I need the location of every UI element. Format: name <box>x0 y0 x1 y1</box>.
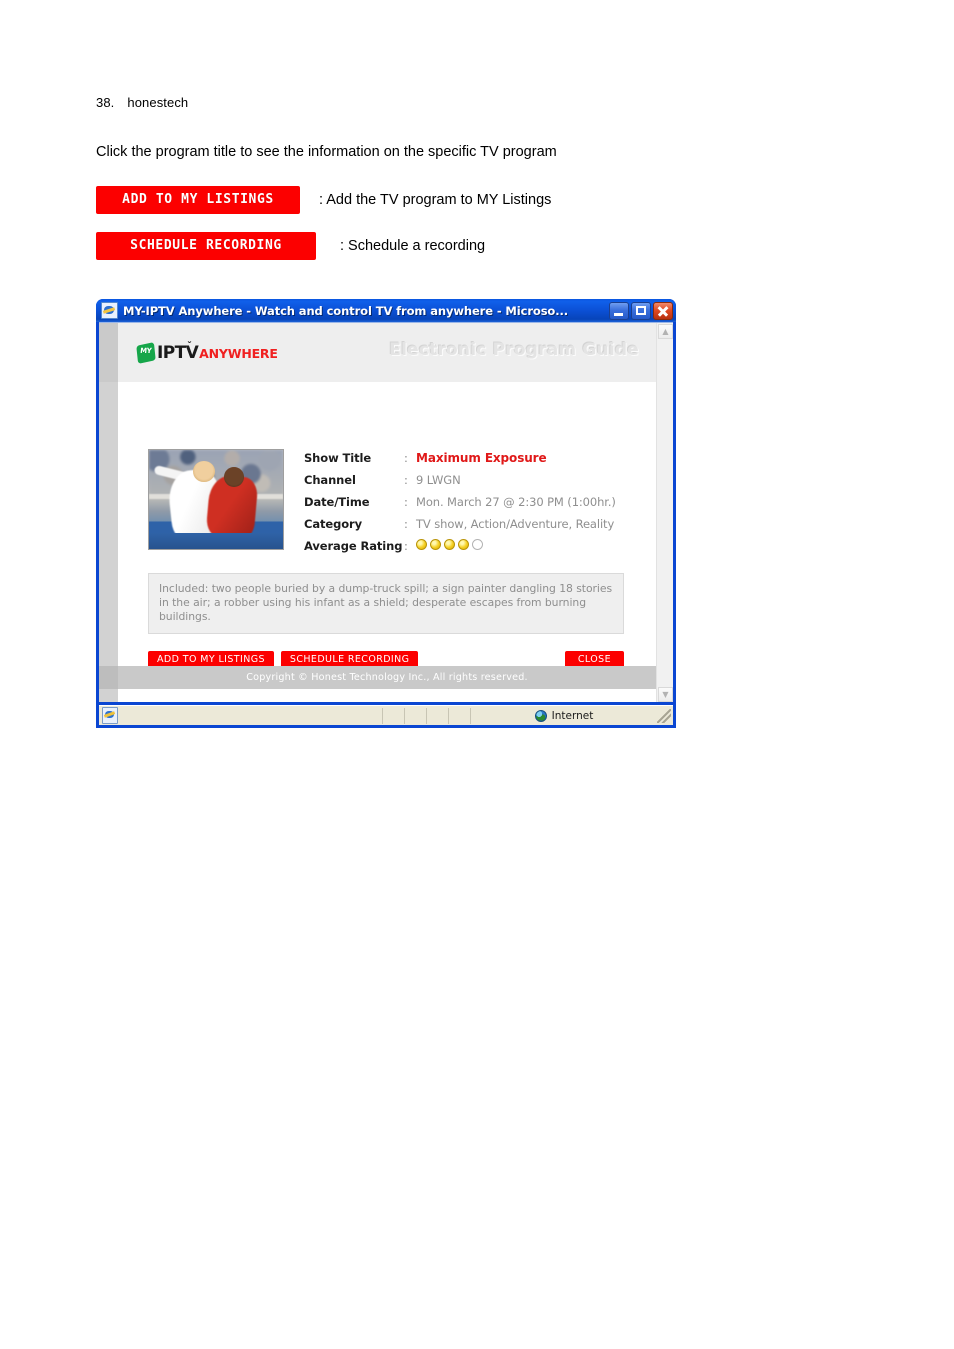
thumbnail-head-one <box>193 460 215 482</box>
channel-value: 9 LWGN <box>416 473 461 487</box>
page-header: 38. honestech <box>96 95 188 110</box>
status-cell <box>449 707 471 724</box>
browser-statusbar: Internet <box>99 705 673 725</box>
status-message-area <box>121 707 383 724</box>
field-show-title: Show Title : Maximum Exposure <box>304 451 616 473</box>
site-header: MY IPTV ˇ ANYWHERE Electronic Program Gu… <box>118 323 656 383</box>
browser-client-area: MY IPTV ˇ ANYWHERE Electronic Program Gu… <box>99 322 673 702</box>
browser-titlebar[interactable]: MY-IPTV Anywhere - Watch and control TV … <box>96 299 676 322</box>
logo-main-word: IPTV <box>157 343 199 363</box>
page-title: Electronic Program Guide <box>389 340 639 360</box>
page-left-rail <box>99 323 118 702</box>
field-channel: Channel : 9 LWGN <box>304 473 616 495</box>
status-page-icon <box>102 707 118 724</box>
field-date-time: Date/Time : Mon. March 27 @ 2:30 PM (1:0… <box>304 495 616 517</box>
status-cell <box>383 707 405 724</box>
field-label: Date/Time <box>304 495 370 509</box>
my-badge-label: MY <box>139 346 152 356</box>
globe-icon <box>534 709 547 722</box>
site-logo[interactable]: MY IPTV ˇ ANYWHERE <box>136 341 278 364</box>
rating-star-filled[interactable] <box>430 539 441 550</box>
rail-bottom-segment <box>99 666 118 689</box>
status-cell <box>427 707 449 724</box>
field-colon: : <box>404 451 408 465</box>
browser-title: MY-IPTV Anywhere - Watch and control TV … <box>123 303 569 318</box>
field-colon: : <box>404 495 408 509</box>
program-detail-content: Show Title : Maximum Exposure Channel : … <box>118 382 656 669</box>
field-label: Category <box>304 517 362 531</box>
minimize-icon[interactable] <box>609 301 629 320</box>
add-to-my-listings-button[interactable]: ADD TO MY LISTINGS <box>96 186 300 214</box>
intro-paragraph: Click the program title to see the infor… <box>96 144 557 160</box>
program-thumbnail <box>148 449 284 550</box>
web-page: MY IPTV ˇ ANYWHERE Electronic Program Gu… <box>99 323 656 702</box>
copyright-text: Copyright © Honest Technology Inc., All … <box>246 672 528 683</box>
logo-anywhere-text: ANYWHERE <box>199 345 278 361</box>
rating-star-empty[interactable] <box>472 539 483 550</box>
internet-explorer-icon <box>101 302 118 319</box>
brand-name: honestech <box>127 95 189 110</box>
vertical-scrollbar[interactable]: ▲ ▼ <box>656 323 673 702</box>
browser-window: MY-IPTV Anywhere - Watch and control TV … <box>96 299 676 728</box>
resize-grip-icon[interactable] <box>657 708 671 723</box>
scroll-down-icon[interactable]: ▼ <box>658 687 673 702</box>
legend-row-add: ADD TO MY LISTINGS : Add the TV program … <box>96 186 551 214</box>
security-zone-label: Internet <box>551 709 594 722</box>
rating-stars[interactable] <box>416 539 483 550</box>
rating-star-filled[interactable] <box>444 539 455 550</box>
category-value: TV show, Action/Adventure, Reality <box>416 517 615 531</box>
program-summary: Show Title : Maximum Exposure Channel : … <box>148 449 616 561</box>
field-category: Category : TV show, Action/Adventure, Re… <box>304 517 616 539</box>
rating-star-filled[interactable] <box>416 539 427 550</box>
program-description: Included: two people buried by a dump-tr… <box>148 573 624 634</box>
field-label: Show Title <box>304 451 372 465</box>
close-icon[interactable] <box>653 301 673 320</box>
page-number: 38. <box>96 95 115 110</box>
thumbnail-head-two <box>224 466 245 487</box>
schedule-recording-button[interactable]: SCHEDULE RECORDING <box>96 232 316 260</box>
rating-star-filled[interactable] <box>458 539 469 550</box>
legend-row-schedule: SCHEDULE RECORDING : Schedule a recordin… <box>96 232 485 260</box>
field-colon: : <box>404 473 408 487</box>
security-zone[interactable]: Internet <box>471 708 657 724</box>
field-label: Channel <box>304 473 356 487</box>
field-colon: : <box>404 539 408 553</box>
site-footer: Copyright © Honest Technology Inc., All … <box>118 666 656 689</box>
legend-description-schedule: : Schedule a recording <box>340 238 486 254</box>
scroll-up-icon[interactable]: ▲ <box>658 324 673 339</box>
field-label: Average Rating <box>304 539 403 553</box>
status-cell <box>405 707 427 724</box>
window-controls <box>609 301 673 320</box>
legend-description-add: : Add the TV program to MY Listings <box>319 192 552 208</box>
program-field-list: Show Title : Maximum Exposure Channel : … <box>304 449 616 561</box>
logo-iptv-text: IPTV ˇ <box>157 341 199 363</box>
show-title-value[interactable]: Maximum Exposure <box>416 451 547 465</box>
date-time-value: Mon. March 27 @ 2:30 PM (1:00hr.) <box>416 495 616 509</box>
maximize-icon[interactable] <box>631 301 651 320</box>
rail-top-segment <box>99 323 118 382</box>
field-average-rating: Average Rating : <box>304 539 616 561</box>
field-colon: : <box>404 517 408 531</box>
thumbnail-pitch <box>149 533 283 549</box>
logo-check-icon: ˇ <box>187 341 192 352</box>
my-badge-icon: MY <box>136 342 156 364</box>
